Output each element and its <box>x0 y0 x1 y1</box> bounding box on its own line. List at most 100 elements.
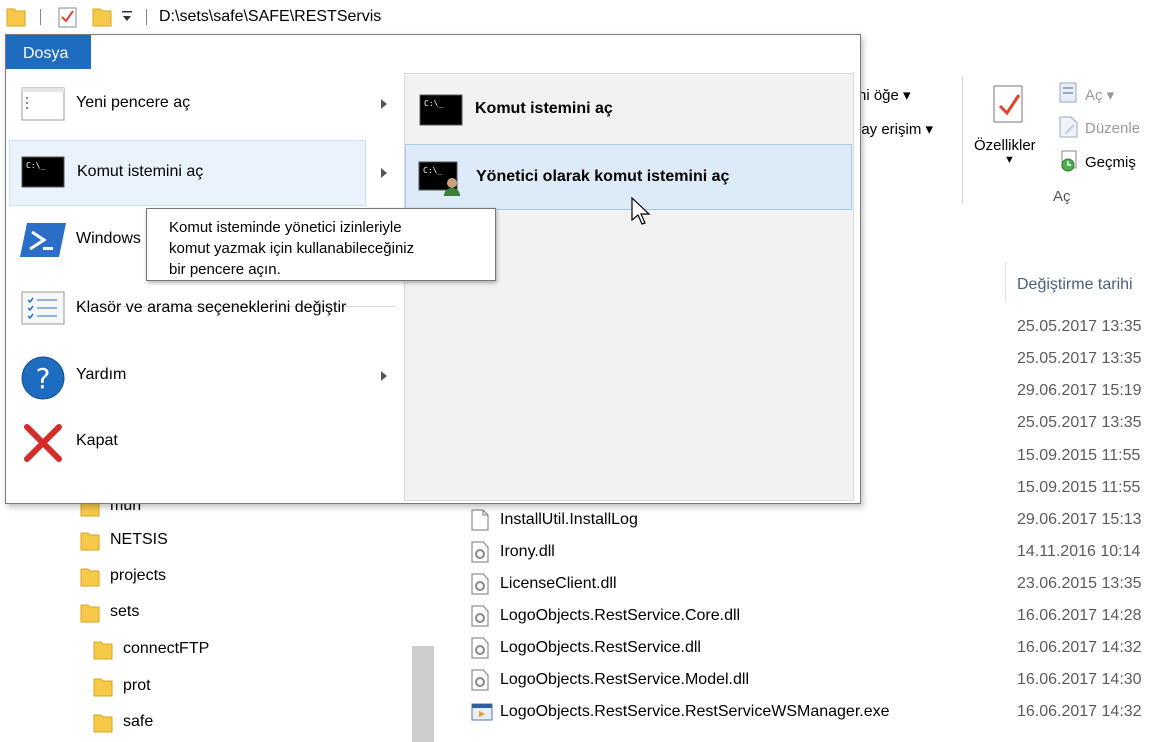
customize-toolbar-icon[interactable] <box>121 9 133 23</box>
command-prompt-icon: C:\_ <box>21 156 65 188</box>
file-row[interactable]: LogoObjects.RestService.dll 16.06.2017 1… <box>435 633 1160 665</box>
edit-button: Düzenle <box>1085 120 1141 137</box>
open-command-prompt-item[interactable]: C:\_ Komut istemini aç <box>405 77 852 143</box>
powershell-icon <box>19 222 67 258</box>
help-menu-item[interactable]: ? Yardım <box>9 344 387 410</box>
dll-file-icon <box>471 541 489 563</box>
dll-file-icon <box>471 605 489 627</box>
file-row[interactable]: LicenseClient.dll 23.06.2015 13:35 <box>435 569 1160 601</box>
folder-options-icon <box>21 291 65 325</box>
new-folder-icon[interactable] <box>92 6 112 28</box>
ribbon: ni öğe ▾ lay erişim ▾ i Özellikler ▼ Aç … <box>858 70 1160 212</box>
folder-icon <box>93 639 113 661</box>
tree-item-label: NETSIS <box>110 531 168 548</box>
file-date: 23.06.2015 13:35 <box>1017 575 1142 592</box>
admin-command-prompt-icon: C:\_ <box>418 161 462 197</box>
command-prompt-submenu: C:\_ Komut istemini aç C:\_ Yönetici ola… <box>404 73 854 501</box>
help-icon: ? <box>21 356 65 400</box>
folder-icon[interactable] <box>6 6 26 28</box>
tree-item-label: prot <box>123 677 151 694</box>
close-menu-item[interactable]: Kapat <box>9 410 366 476</box>
file-date: 14.11.2016 10:14 <box>1017 543 1141 560</box>
file-date: 25.05.2017 13:35 <box>1017 350 1142 367</box>
menu-item-label: Kapat <box>76 432 118 449</box>
tree-item-label: projects <box>110 567 167 584</box>
history-button[interactable]: Geçmiş <box>1085 154 1136 171</box>
file-date: 16.06.2017 14:28 <box>1017 607 1142 624</box>
file-name: LogoObjects.RestService.Core.dll <box>500 607 741 624</box>
file-row[interactable]: LogoObjects.RestService.RestServiceWSMan… <box>435 697 1160 729</box>
submenu-item-label: Yönetici olarak komut istemini aç <box>476 168 730 185</box>
folder-icon <box>80 530 100 552</box>
menu-item-label: Yardım <box>76 366 127 383</box>
dll-file-icon <box>471 637 489 659</box>
file-date: 29.06.2017 15:19 <box>1017 382 1142 399</box>
history-icon[interactable] <box>1059 150 1081 172</box>
properties-check-icon[interactable] <box>58 6 78 28</box>
open-admin-command-prompt-item[interactable]: C:\_ Yönetici olarak komut istemini aç <box>405 144 852 210</box>
column-divider <box>1005 262 1006 302</box>
file-name: LogoObjects.RestService.dll <box>500 639 701 656</box>
new-window-menu-item[interactable]: Yeni pencere aç <box>9 72 387 138</box>
file-date: 16.06.2017 14:32 <box>1017 639 1142 656</box>
file-row[interactable]: InstallUtil.InstallLog 29.06.2017 15:13 <box>435 505 1160 537</box>
file-row[interactable]: LogoObjects.RestService.Model.dll 16.06.… <box>435 665 1160 697</box>
group-label-open: Aç <box>1053 188 1071 205</box>
file-row[interactable]: Irony.dll 14.11.2016 10:14 <box>435 537 1160 569</box>
tooltip-line: komut yazmak için kullanabileceğiniz <box>169 240 415 257</box>
tooltip-line: bir pencere açın. <box>169 261 281 278</box>
text-file-icon <box>471 509 489 531</box>
address-path[interactable]: D:\sets\safe\SAFE\RESTServis <box>159 8 381 26</box>
folder-icon <box>80 566 100 588</box>
folder-icon <box>80 602 100 624</box>
column-header-date[interactable]: Değiştirme tarihi <box>1017 276 1133 294</box>
file-menu-commands: Yeni pencere aç C:\_ Komut istemini aç W… <box>6 69 404 503</box>
file-date: 29.06.2017 15:13 <box>1017 511 1142 528</box>
file-date: 16.06.2017 14:32 <box>1017 703 1142 720</box>
file-date: 15.09.2015 11:55 <box>1017 479 1141 496</box>
tooltip: Komut isteminde yönetici izinleriyle kom… <box>146 208 496 281</box>
chevron-down-icon[interactable]: ▼ <box>1004 154 1015 166</box>
tree-item-label: connectFTP <box>123 640 210 657</box>
title-bar: D:\sets\safe\SAFE\RESTServis <box>0 0 1160 34</box>
easy-access-button[interactable]: lay erişim ▾ <box>858 120 933 138</box>
file-row[interactable]: LogoObjects.RestService.Core.dll 16.06.2… <box>435 601 1160 633</box>
new-window-icon <box>21 87 65 121</box>
file-tab[interactable]: Dosya <box>6 35 91 69</box>
tree-scrollbar-thumb[interactable] <box>412 646 434 742</box>
file-name: LogoObjects.RestService.RestServiceWSMan… <box>500 703 890 720</box>
menu-item-label: Yeni pencere aç <box>76 94 191 111</box>
dll-file-icon <box>471 669 489 691</box>
dll-file-icon <box>471 573 489 595</box>
new-item-button[interactable]: ni öğe ▾ <box>858 86 911 104</box>
open-button: Aç ▾ <box>1085 87 1115 104</box>
folder-icon <box>93 676 113 698</box>
menu-item-label: Komut istemini aç <box>77 163 204 180</box>
open-command-prompt-menu-item[interactable]: C:\_ Komut istemini aç <box>9 140 387 206</box>
mouse-cursor-icon <box>631 197 651 227</box>
properties-button[interactable]: Özellikler <box>974 137 1036 154</box>
edit-icon <box>1059 116 1079 138</box>
file-name: Irony.dll <box>500 543 555 560</box>
svg-text:C:\_: C:\_ <box>26 161 45 170</box>
ribbon-divider <box>962 76 963 204</box>
file-name: LicenseClient.dll <box>500 575 617 592</box>
folder-icon <box>93 712 113 734</box>
menu-item-label: Windows <box>76 230 141 247</box>
tree-item-label: safe <box>123 713 154 730</box>
menu-item-label: Klasör ve arama seçeneklerini değiştir <box>76 299 347 316</box>
toolbar-divider <box>40 9 41 25</box>
properties-check-icon[interactable] <box>992 84 1026 126</box>
tree-item-label: sets <box>110 603 140 620</box>
exe-file-icon <box>471 701 493 723</box>
svg-text:C:\_: C:\_ <box>424 99 443 108</box>
file-date: 25.05.2017 13:35 <box>1017 318 1142 335</box>
tooltip-line: Komut isteminde yönetici izinleriyle <box>169 219 402 236</box>
file-name: InstallUtil.InstallLog <box>500 511 638 528</box>
folder-options-menu-item[interactable]: Klasör ve arama seçeneklerini değiştir <box>9 277 366 343</box>
toolbar-divider <box>146 9 147 25</box>
command-prompt-icon: C:\_ <box>419 94 463 126</box>
svg-text:C:\_: C:\_ <box>423 166 442 175</box>
file-date: 16.06.2017 14:30 <box>1017 671 1142 688</box>
submenu-item-label: Komut istemini aç <box>475 100 613 117</box>
